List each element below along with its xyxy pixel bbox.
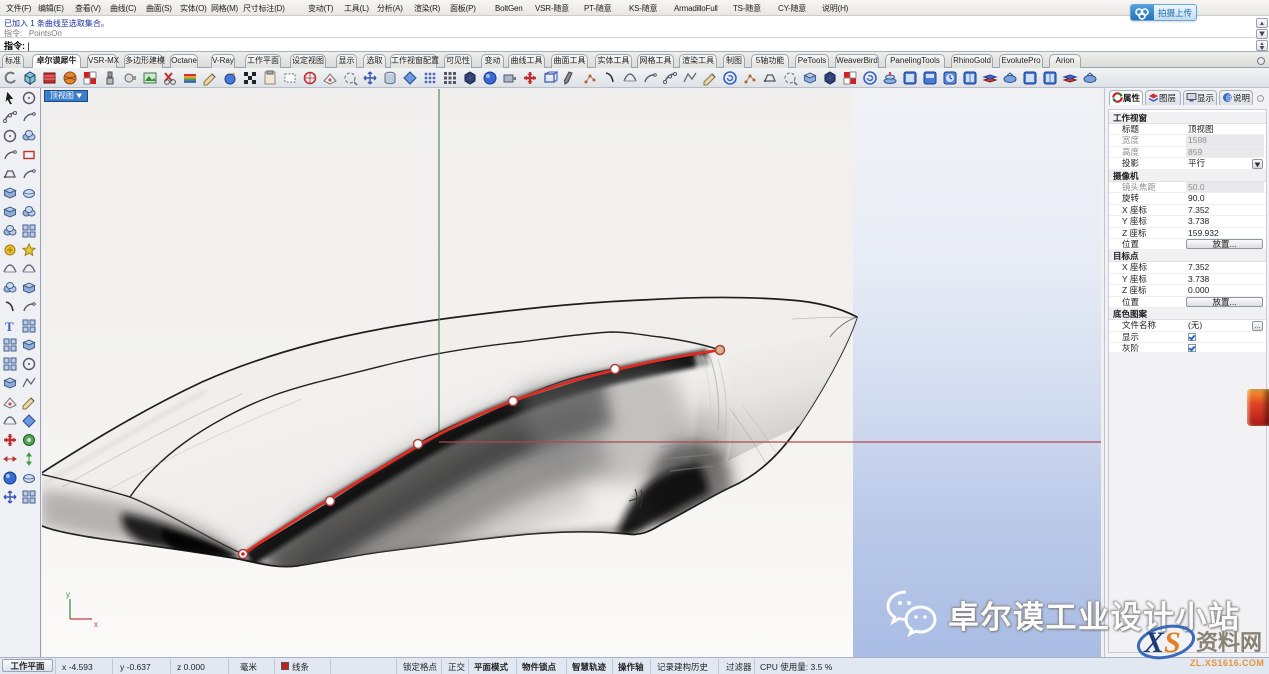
svg-text:y: y	[66, 589, 70, 600]
svg-text:x: x	[94, 619, 98, 630]
svg-text:ZL.XS1616.COM: ZL.XS1616.COM	[1190, 658, 1264, 668]
svg-text:S: S	[1164, 626, 1181, 659]
svg-text:X: X	[1143, 626, 1165, 659]
svg-text:T: T	[5, 319, 14, 334]
svg-text:@: @	[1226, 93, 1233, 103]
svg-text:资料网: 资料网	[1196, 625, 1262, 657]
